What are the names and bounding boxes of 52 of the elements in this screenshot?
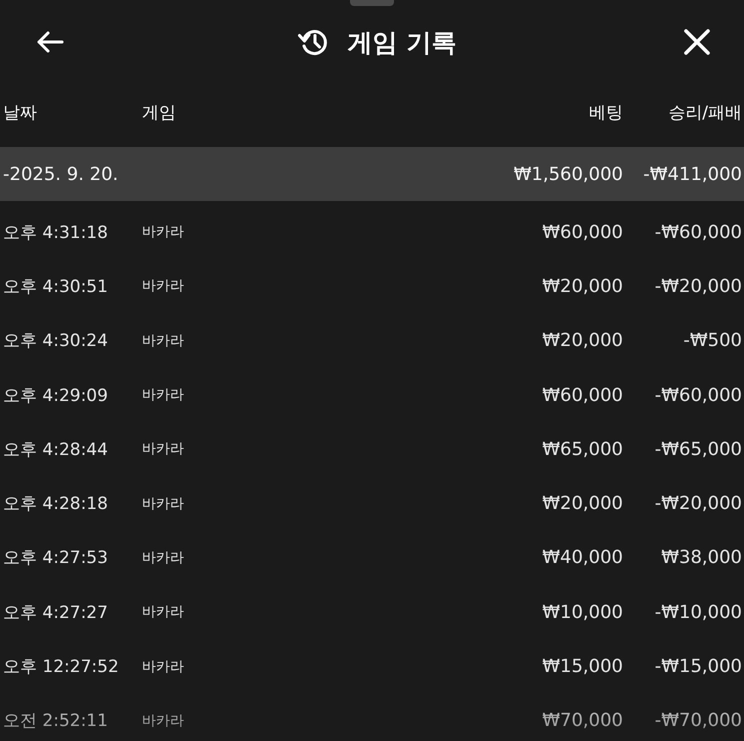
column-header: 베팅 <box>589 102 623 124</box>
window-title: 게임 기록 <box>348 26 456 58</box>
bet-cell: ₩60,000 <box>542 222 623 243</box>
game-cell: 바카라 <box>142 386 184 404</box>
result-cell: -₩60,000 <box>654 384 742 406</box>
time-cell-text: 오후 4:30:24 <box>3 330 108 352</box>
result-cell: -₩15,000 <box>654 656 742 678</box>
time-cell-text: 오후 12:27:52 <box>3 656 119 678</box>
column-header: 날짜 <box>3 102 37 124</box>
time-cell-text: 오후 4:30:51 <box>3 276 108 298</box>
game-cell: 바카라 <box>142 658 184 676</box>
game-cell: 바카라 <box>142 712 184 730</box>
game-cell: 바카라 <box>142 440 184 458</box>
bet-cell: ₩20,000 <box>542 276 623 297</box>
bet-cell: ₩20,000 <box>542 493 623 514</box>
bet-cell: ₩65,000 <box>542 438 623 460</box>
result-cell: -₩20,000 <box>654 276 742 297</box>
bet-cell: ₩20,000 <box>542 330 623 352</box>
bet-cell: ₩10,000 <box>542 602 623 623</box>
game-cell: 바카라 <box>142 277 184 296</box>
game-cell: 바카라 <box>142 494 184 513</box>
bet-cell: ₩40,000 <box>542 547 623 568</box>
result-cell: -₩500 <box>683 330 742 352</box>
bet-cell: ₩60,000 <box>542 384 623 406</box>
time-cell-text: 오후 4:27:53 <box>3 547 108 570</box>
time-cell-text: 오후 4:31:18 <box>3 222 108 244</box>
column-header: 승리/패배 <box>668 102 742 124</box>
game-cell: 바카라 <box>142 548 184 567</box>
result-cell: -₩10,000 <box>654 602 742 623</box>
group-total-result: -₩411,000 <box>643 164 742 184</box>
back-arrow-icon <box>36 30 64 54</box>
result-cell: -₩20,000 <box>654 493 742 514</box>
game-cell: 바카라 <box>142 603 184 622</box>
column-header: 게임 <box>142 102 176 124</box>
game-cell: 바카라 <box>142 332 184 350</box>
time-cell-text: 오전 2:52:11 <box>3 710 108 732</box>
result-cell: ₩38,000 <box>661 547 742 568</box>
bet-cell: ₩15,000 <box>542 656 623 678</box>
time-cell-text: 오후 4:28:44 <box>3 438 108 461</box>
time-cell-text: 오후 4:28:18 <box>3 493 108 516</box>
time-cell-text: 오후 4:27:27 <box>3 602 108 624</box>
time-cell-text: 오후 4:29:09 <box>3 384 108 407</box>
drag-handle[interactable] <box>350 0 394 6</box>
bet-cell: ₩70,000 <box>542 710 623 732</box>
result-cell: -₩65,000 <box>654 438 742 460</box>
group-date: -2025. 9. 20. <box>3 164 118 184</box>
close-icon <box>684 29 710 55</box>
result-cell: -₩60,000 <box>654 222 742 243</box>
date-group-row[interactable]: -2025. 9. 20. ₩1,560,000 -₩411,000 <box>0 147 744 201</box>
result-cell: -₩70,000 <box>654 710 742 732</box>
group-total-bet: ₩1,560,000 <box>514 164 623 184</box>
game-cell: 바카라 <box>142 223 184 242</box>
